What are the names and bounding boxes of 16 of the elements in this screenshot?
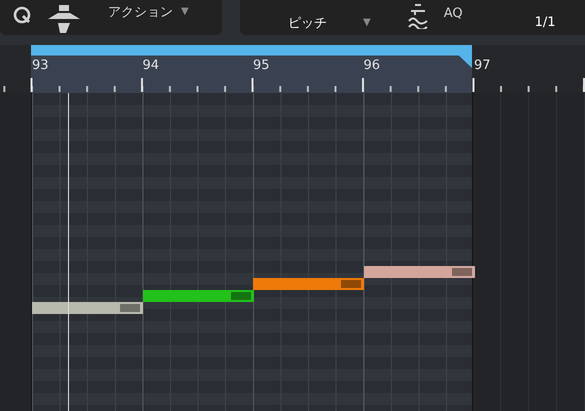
bar-number: 94	[142, 58, 160, 73]
midi-note[interactable]	[253, 278, 364, 290]
bar-number: 97	[474, 58, 491, 73]
quantize-icon[interactable]	[12, 4, 32, 24]
note-color-dropdown[interactable]: ピッチ ▼	[288, 14, 371, 32]
midi-note[interactable]	[32, 302, 143, 314]
bar-number: 96	[364, 58, 380, 73]
quantize-value[interactable]: 1/1	[534, 15, 556, 30]
action-menu[interactable]: アクション ▼	[108, 2, 189, 20]
split-tool-icon[interactable]	[46, 4, 82, 32]
wave-icon[interactable]	[406, 2, 429, 28]
midi-note[interactable]	[364, 266, 474, 278]
midi-note[interactable]	[142, 290, 254, 302]
bar-number: 95	[253, 58, 270, 73]
aq-label[interactable]: AQ	[444, 6, 463, 21]
bar-number: 93	[32, 58, 49, 73]
